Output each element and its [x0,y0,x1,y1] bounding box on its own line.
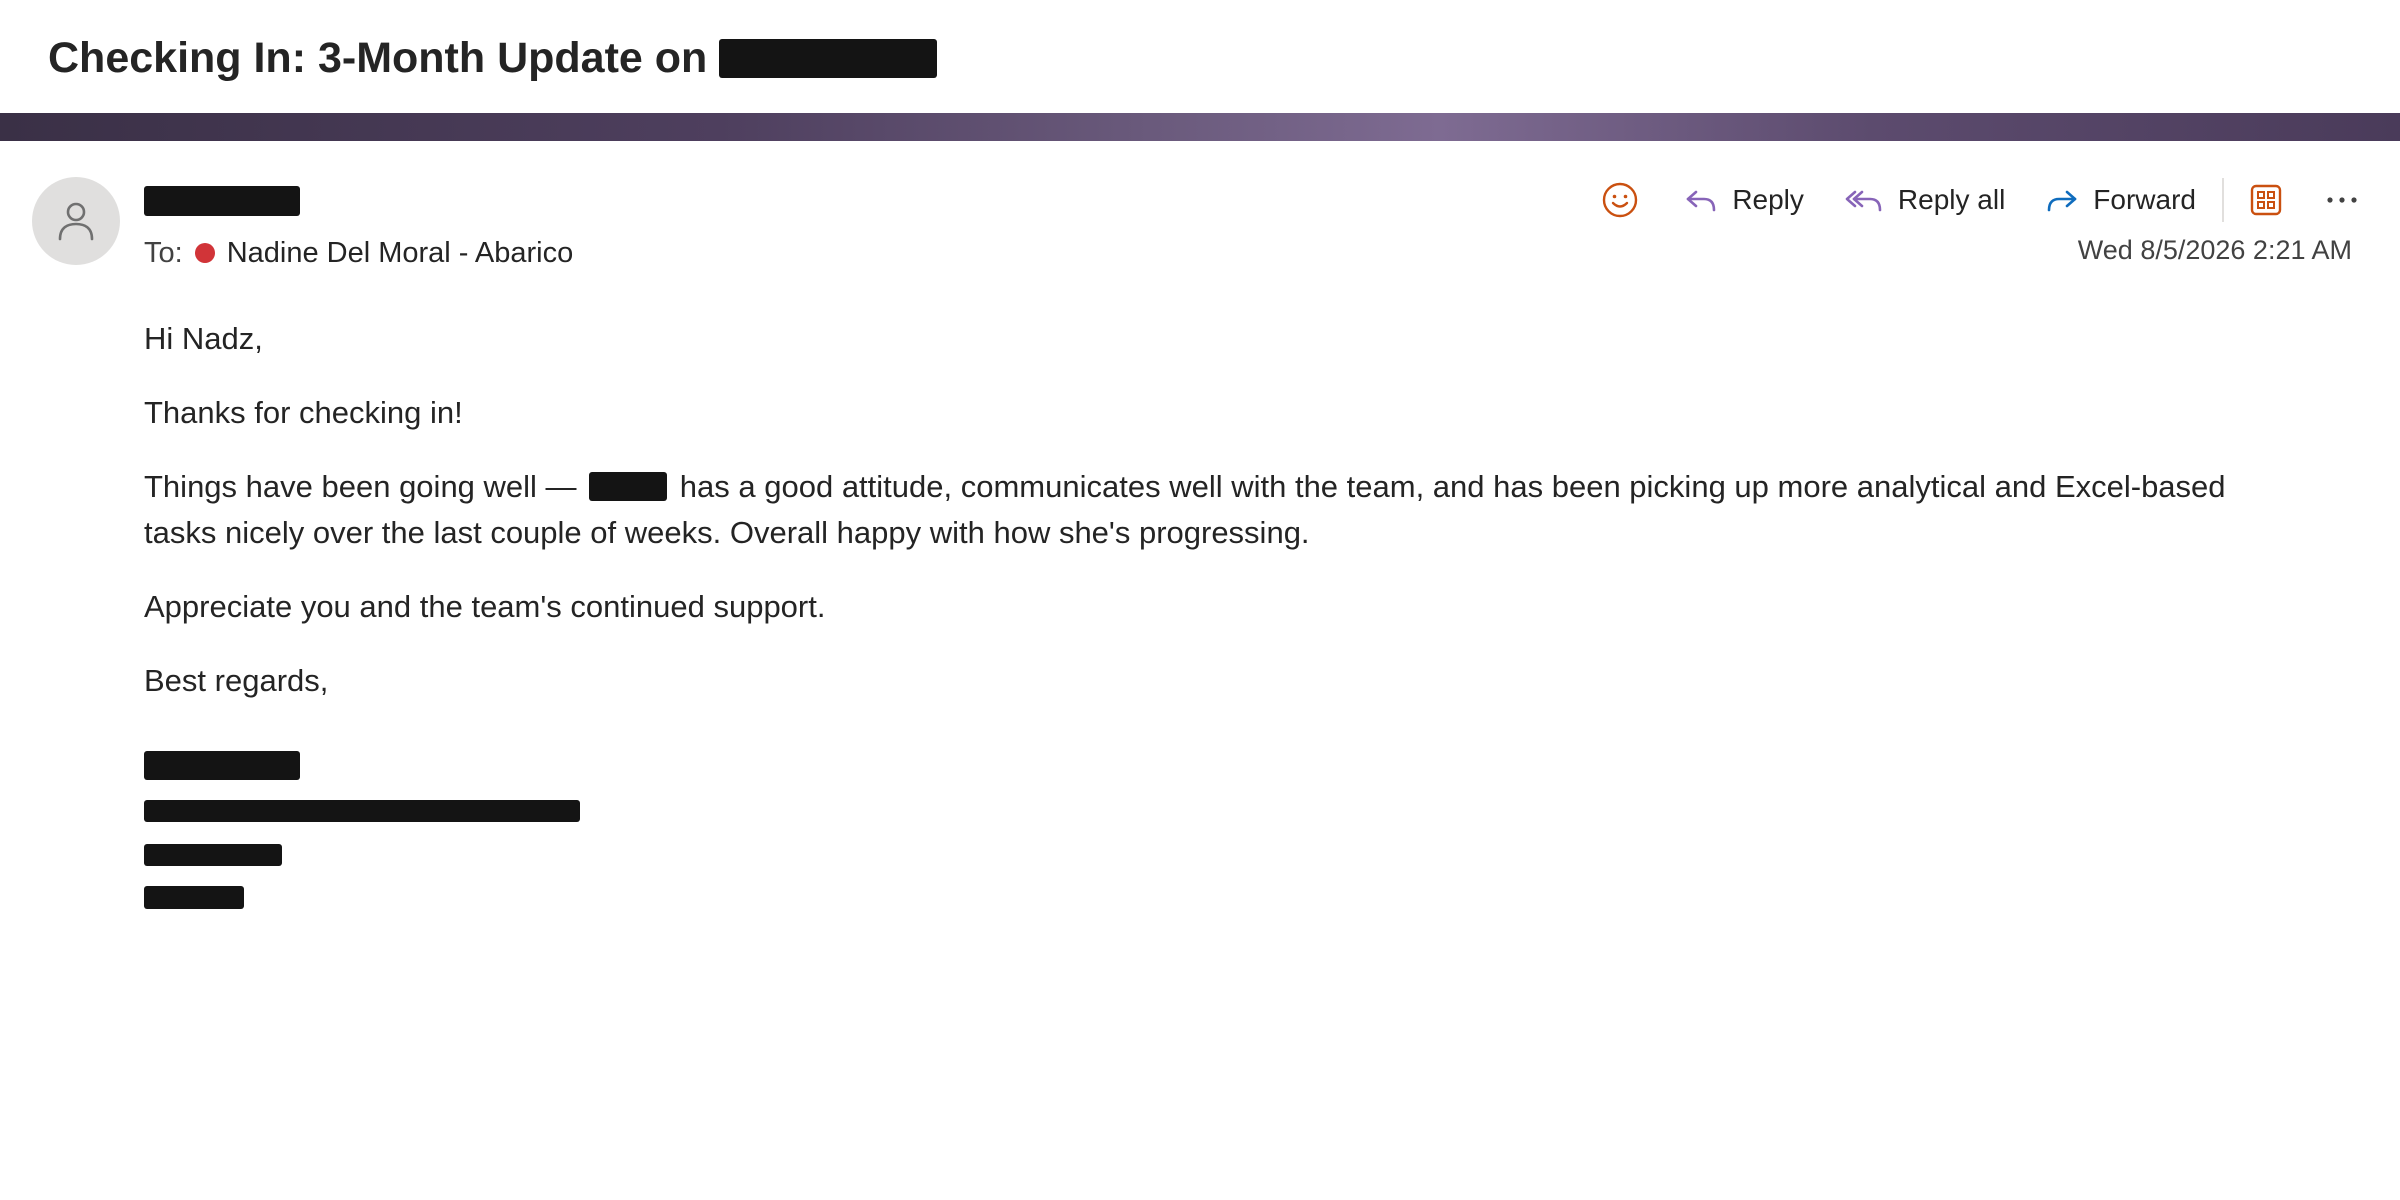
more-icon [2327,197,2357,203]
apps-button[interactable] [2240,174,2292,226]
recipient-name[interactable]: Nadine Del Moral - Abarico [227,237,574,270]
reply-label: Reply [1732,184,1804,215]
signature-title-redaction [144,800,580,822]
recipients-line: To: Nadine Del Moral - Abarico [144,233,573,273]
reply-button[interactable]: Reply [1674,174,1814,226]
signature-name-redaction [144,751,300,780]
forward-icon [2047,190,2077,212]
message-actions-toolbar: Reply Reply all Forward [1594,174,2368,226]
subject-text: Checking In: 3-Month Update on [48,33,708,82]
message-body: Hi Nadz, Thanks for checking in! Things … [144,316,2264,732]
subject-redaction [719,38,938,78]
header-banner [0,113,2400,141]
closing: Best regards, [144,663,329,698]
reply-all-label: Reply all [1897,184,2006,215]
reply-all-icon [1845,190,1882,212]
sender-name-redaction [144,186,300,216]
sender-avatar[interactable] [32,177,120,265]
react-button[interactable] [1594,174,1646,226]
body-paragraph-1: Thanks for checking in! [144,395,463,430]
name-redaction [589,472,668,501]
presence-status-icon [194,243,215,263]
body-paragraph-2-start: Things have been going well — [144,469,577,504]
apps-icon [2250,184,2282,216]
to-label: To: [144,236,183,269]
email-reading-pane: Checking In: 3-Month Update on To: Nadin… [0,0,2400,1200]
signature-line-4-redaction [144,886,244,909]
message-timestamp: Wed 8/5/2026 2:21 AM [2077,235,2352,265]
smiley-icon [1603,182,1638,218]
toolbar-divider [2222,178,2224,222]
reply-icon [1687,190,1716,212]
more-actions-button[interactable] [2316,174,2368,226]
body-paragraph-3: Appreciate you and the team's continued … [144,589,826,624]
email-subject: Checking In: 3-Month Update on [48,26,938,90]
forward-label: Forward [2093,184,2196,215]
reply-all-button[interactable]: Reply all [1834,174,2015,226]
body-paragraph-2: Things have been going well — has a good… [144,464,2264,556]
signature-line-3-redaction [144,844,282,866]
person-icon [58,202,94,241]
greeting: Hi Nadz, [144,321,263,356]
forward-button[interactable]: Forward [2035,174,2206,226]
